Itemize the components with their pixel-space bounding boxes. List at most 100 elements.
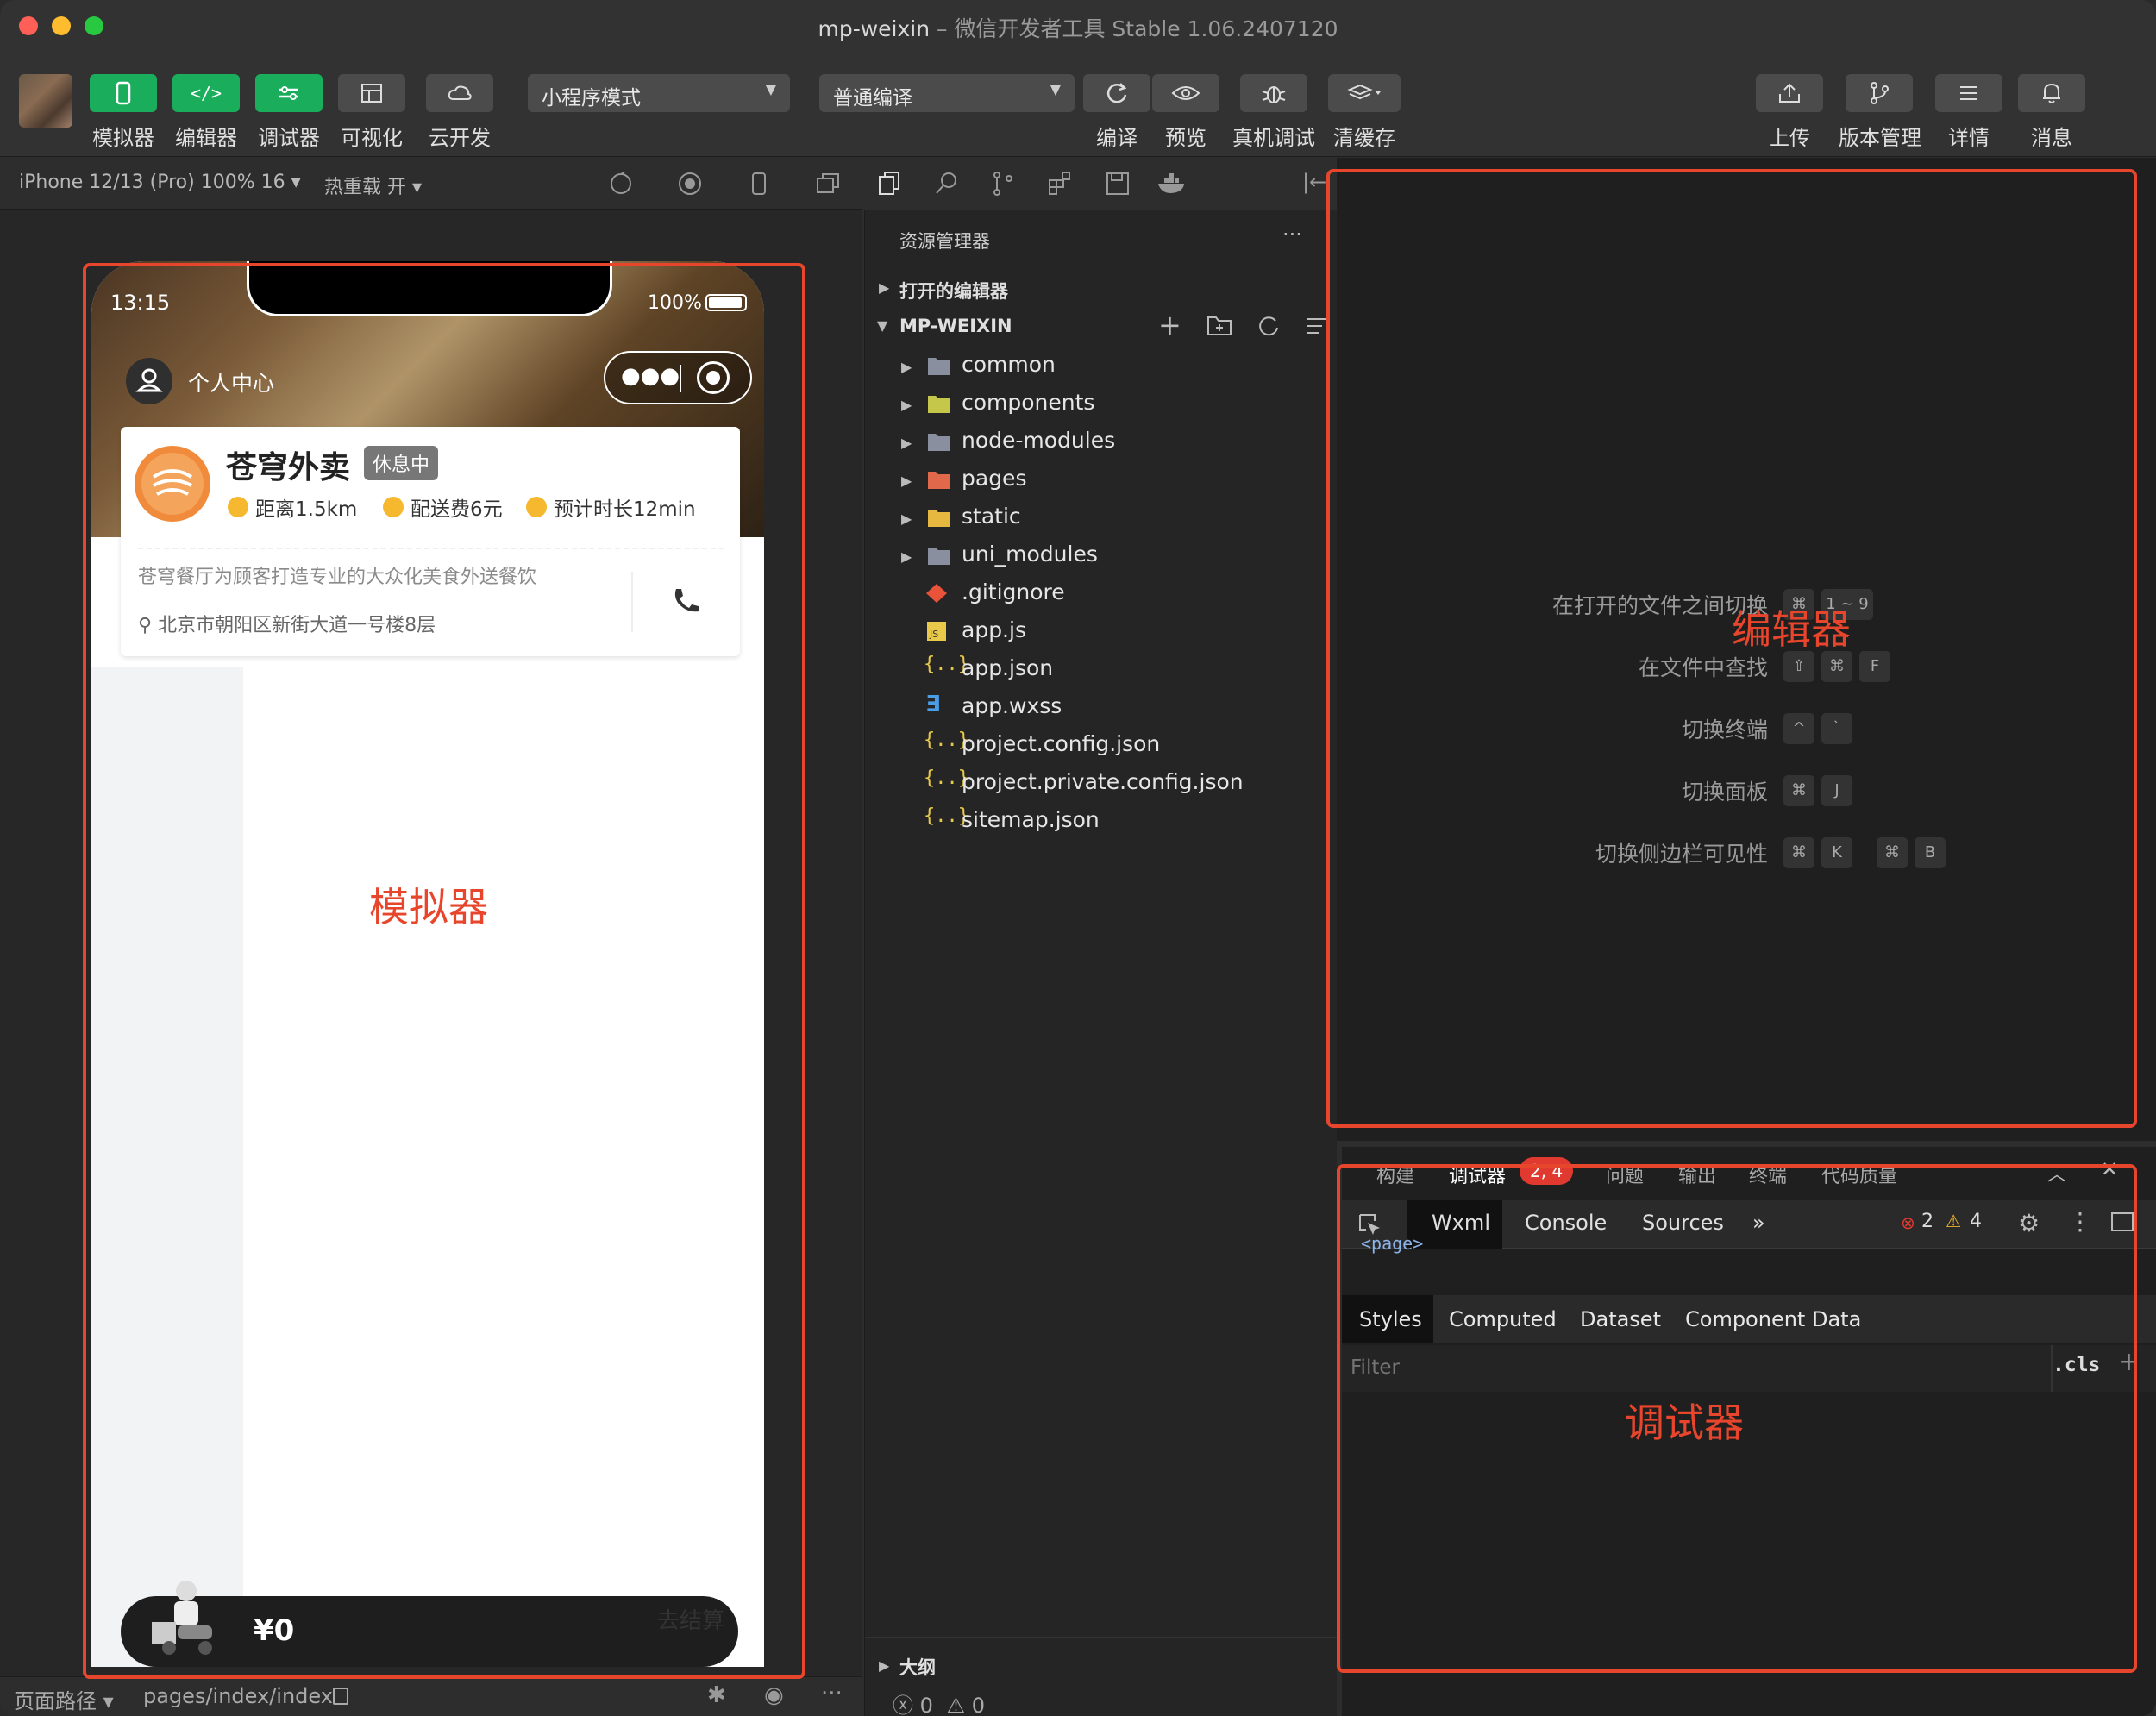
folder-icon [928,548,950,565]
window-title: mp-weixin – 微信开发者工具 Stable 1.06.2407120 [818,16,1338,41]
record-icon[interactable] [676,170,704,197]
eye-icon[interactable]: ◉ [764,1682,784,1708]
new-folder-icon[interactable] [1206,314,1232,336]
eye-icon [1171,86,1200,100]
compile-button[interactable] [1083,74,1150,112]
hot-reload-toggle[interactable]: 热重载 开 ▾ [324,172,422,199]
version-control-label: 版本管理 [1839,126,1921,150]
explorer-title: 资源管理器 [899,231,990,252]
page-path-select[interactable]: 页面路径 ▾ [14,1684,114,1714]
simulator-footer: 页面路径 ▾ pages/index/index ✱ ◉ ··· [0,1676,862,1716]
files-icon[interactable] [876,170,904,197]
page-path: pages/index/index [143,1684,333,1708]
details-button[interactable] [1935,74,2002,112]
upload-icon [1779,83,1800,103]
bug-icon[interactable]: ✱ [707,1682,726,1708]
file-item-gitignore[interactable]: .gitignore [962,579,1065,604]
version-control-button[interactable] [1846,74,1913,112]
css-icon: Ǝ [925,692,941,717]
chevron-right-icon[interactable]: ▶ [901,397,912,413]
chevron-right-icon[interactable]: ▶ [879,1657,889,1674]
docker-icon[interactable] [1156,170,1190,197]
folder-icon [928,472,950,489]
file-item-common[interactable]: common [962,352,1056,377]
file-item-project-private-config[interactable]: project.private.config.json [962,769,1244,794]
user-avatar[interactable] [19,74,72,128]
sliders-icon [279,86,298,100]
editor-annotation-label: 编辑器 [1732,606,1851,653]
file-item-static[interactable]: static [962,504,1021,529]
chevron-right-icon[interactable]: ▶ [879,279,889,296]
file-item-sitemap[interactable]: sitemap.json [962,807,1100,832]
javascript-icon: JS [927,622,946,641]
file-item-app-json[interactable]: app.json [962,655,1053,680]
cloud-dev-button[interactable] [426,74,493,112]
explorer-more-icon[interactable]: ··· [1282,222,1302,247]
messages-label: 消息 [2031,126,2072,150]
title-bar: mp-weixin – 微信开发者工具 Stable 1.06.2407120 [0,0,2156,53]
collapse-panel-icon[interactable]: |← [1302,170,1326,194]
file-item-components[interactable]: components [962,390,1094,415]
code-icon: </> [190,83,222,103]
chevron-right-icon[interactable]: ▶ [901,359,912,375]
main-toolbar: 模拟器 </> 编辑器 调试器 可视化 云开发 小程序模式 ▼ 普通编译 ▼ 编译 … [0,53,2156,157]
file-item-project-config[interactable]: project.config.json [962,731,1160,756]
simulator-toolbar: iPhone 12/13 (Pro) 100% 16 ▾ 热重载 开 ▾ [0,158,862,210]
copy-icon[interactable] [333,1688,348,1705]
device-select[interactable]: iPhone 12/13 (Pro) 100% 16 ▾ [19,172,301,193]
chevron-down-icon[interactable]: ▼ [877,317,887,334]
simulator-annotation-box [83,263,805,1679]
layout-icon [361,84,382,103]
device-icon[interactable] [745,170,773,197]
source-control-icon[interactable] [990,170,1018,197]
upload-button[interactable] [1756,74,1823,112]
file-explorer: 资源管理器 ··· ▶ 打开的编辑器 ▼ MP-WEIXIN + ▶ commo… [864,210,1338,1716]
mode-select[interactable]: 小程序模式 ▼ [528,74,790,112]
save-icon[interactable] [1104,170,1131,197]
clear-cache-label: 清缓存 [1333,126,1395,150]
file-item-app-js[interactable]: app.js [962,617,1026,642]
chevron-right-icon[interactable]: ▶ [901,473,912,489]
visual-toggle-button[interactable] [338,74,405,112]
chevron-right-icon[interactable]: ▶ [901,548,912,565]
folder-icon [928,510,950,527]
messages-button[interactable] [2018,74,2085,112]
file-item-pages[interactable]: pages [962,466,1026,491]
simulator-annotation-label: 模拟器 [369,884,488,930]
remote-debug-button[interactable] [1240,74,1307,112]
app-window: mp-weixin – 微信开发者工具 Stable 1.06.2407120 … [0,0,2156,1716]
extensions-icon[interactable] [1047,170,1075,197]
compile-mode-select[interactable]: 普通编译 ▼ [819,74,1075,112]
chevron-right-icon[interactable]: ▶ [901,435,912,451]
simulator-toggle-button[interactable] [90,74,157,112]
debugger-toggle-button[interactable] [255,74,323,112]
refresh-icon [1106,83,1127,103]
chevron-down-icon: ▼ [1050,81,1061,97]
outline-section[interactable]: 大纲 [899,1654,936,1680]
file-item-app-wxss[interactable]: app.wxss [962,693,1062,718]
phone-icon [116,81,131,105]
rotate-icon[interactable] [607,170,635,197]
folder-icon [928,434,950,451]
editor-toggle-button[interactable]: </> [172,74,240,112]
new-file-icon[interactable]: + [1158,309,1181,341]
refresh-explorer-icon[interactable] [1257,314,1281,338]
collapse-all-icon[interactable] [1305,314,1329,338]
file-item-node-modules[interactable]: node-modules [962,428,1115,453]
cloud-icon [448,85,472,100]
detach-window-icon[interactable] [814,170,842,197]
project-section[interactable]: MP-WEIXIN [899,316,1012,336]
file-item-uni-modules[interactable]: uni_modules [962,542,1098,567]
git-icon [926,584,947,603]
search-icon[interactable] [933,170,961,197]
preview-button[interactable] [1152,74,1219,112]
problems-status[interactable]: ⓧ 0 ⚠ 0 [893,1688,985,1716]
chevron-down-icon: ▼ [765,81,776,97]
explorer-activity-bar: |← [864,158,1337,210]
error-circle-icon: ⓧ [893,1694,913,1716]
more-icon[interactable]: ··· [821,1681,843,1707]
chevron-right-icon[interactable]: ▶ [901,510,912,527]
remote-debug-label: 真机调试 [1232,126,1315,150]
clear-cache-button[interactable] [1328,74,1401,112]
open-editors-section[interactable]: 打开的编辑器 [899,278,1008,304]
